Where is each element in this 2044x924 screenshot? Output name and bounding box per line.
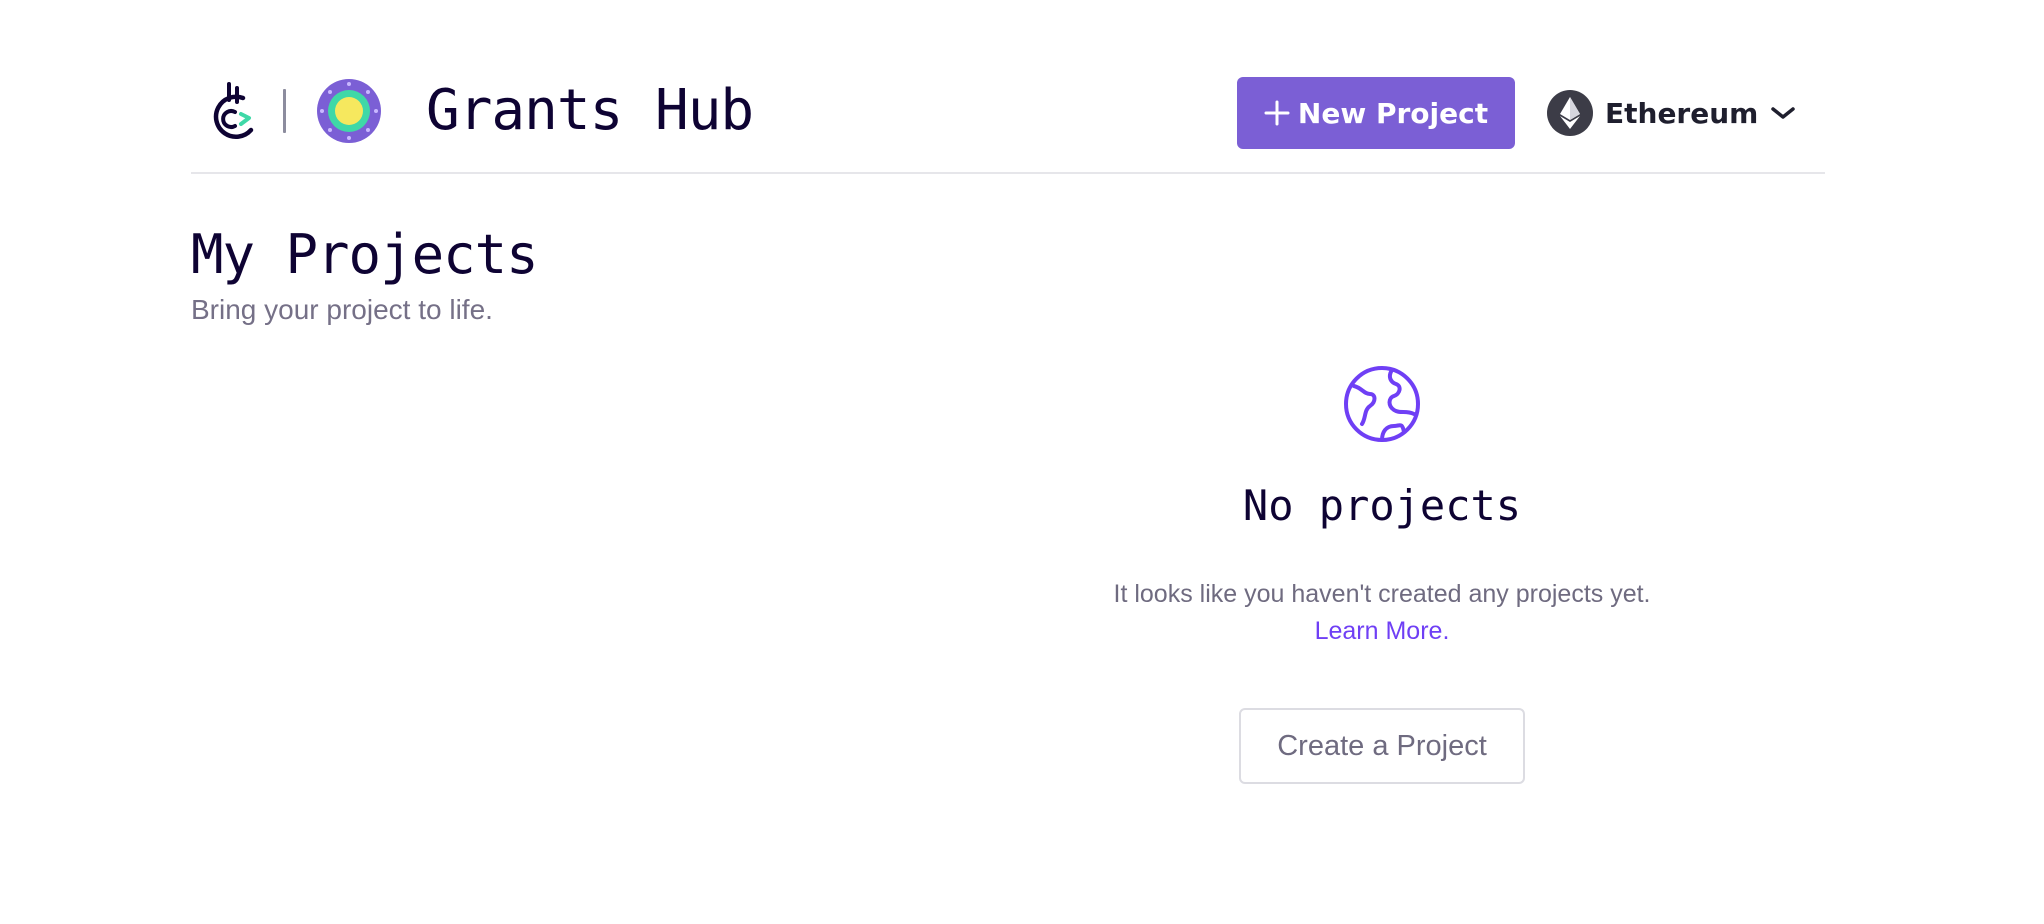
empty-state-title: No projects [1242, 481, 1522, 530]
logo-divider [283, 89, 286, 133]
network-label: Ethereum [1605, 96, 1759, 130]
plus-icon [1264, 100, 1290, 126]
new-project-button[interactable]: New Project [1237, 77, 1515, 149]
globe-icon [1344, 366, 1420, 442]
top-header: Grants Hub New Project Ethereum [191, 72, 1825, 174]
page: Grants Hub New Project Ethereum My Proje… [0, 0, 2044, 924]
chevron-down-icon [1771, 107, 1796, 119]
grants-hub-logo-icon [317, 79, 381, 143]
empty-state: No projects It looks like you haven't cr… [1032, 362, 1732, 784]
create-project-button[interactable]: Create a Project [1239, 708, 1525, 784]
brand[interactable]: Grants Hub [205, 78, 754, 144]
gitcoin-logo-icon [213, 82, 254, 139]
network-selector[interactable]: Ethereum [1547, 90, 1796, 136]
page-title: My Projects [191, 223, 539, 286]
page-subtitle: Bring your project to life. [191, 294, 493, 325]
learn-more-link[interactable]: Learn More. [1315, 613, 1450, 650]
empty-state-message: It looks like you haven't created any pr… [1113, 580, 1651, 608]
new-project-label: New Project [1297, 96, 1489, 130]
app-title: Grants Hub [426, 78, 754, 143]
ethereum-icon [1547, 90, 1593, 136]
